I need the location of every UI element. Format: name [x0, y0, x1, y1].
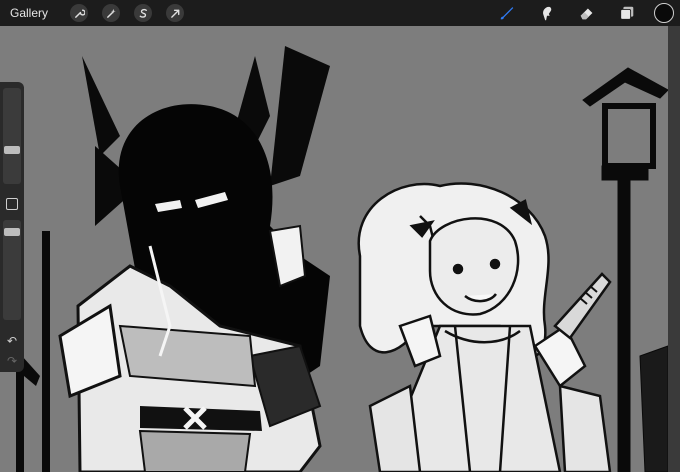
modify-square-icon[interactable] [6, 198, 18, 210]
gallery-button[interactable]: Gallery [10, 6, 48, 20]
actions-button[interactable] [70, 4, 89, 22]
opacity-thumb[interactable] [4, 228, 20, 236]
opacity-slider[interactable] [3, 220, 21, 320]
smudge-icon [543, 6, 552, 21]
tool-group [478, 0, 674, 26]
layers-tool[interactable] [616, 2, 638, 24]
selection-button[interactable] [134, 4, 153, 22]
brush-size-slider[interactable] [3, 88, 21, 184]
brush-tool[interactable] [496, 2, 518, 24]
sketch-artwork [0, 26, 680, 472]
eraser-icon [580, 8, 593, 20]
drawing-canvas[interactable] [0, 26, 680, 472]
selection-s-icon [139, 8, 147, 18]
brush-icon [500, 7, 514, 20]
brush-size-thumb[interactable] [4, 146, 20, 154]
brush-sidebar: ↶ ↷ [0, 82, 24, 372]
undo-icon[interactable]: ↶ [3, 332, 21, 350]
adjustments-button[interactable] [102, 4, 121, 22]
magic-wand-icon [106, 8, 116, 18]
smudge-tool[interactable] [536, 2, 558, 24]
color-picker[interactable] [654, 3, 674, 23]
canvas-edge-strip [668, 26, 680, 472]
wrench-icon [74, 9, 85, 18]
transform-button[interactable] [166, 4, 185, 22]
top-toolbar: Gallery [0, 0, 680, 26]
layers-icon [620, 6, 634, 20]
arrow-cursor-icon [170, 9, 179, 18]
eraser-tool[interactable] [576, 2, 598, 24]
redo-icon[interactable]: ↷ [3, 352, 21, 370]
